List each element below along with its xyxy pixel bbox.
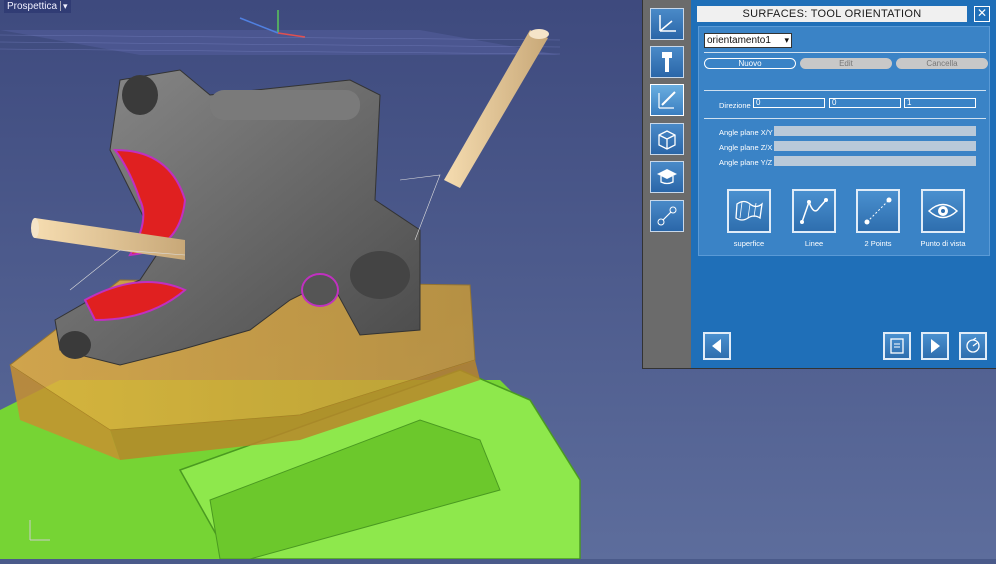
point-of-view-mode-button[interactable] — [921, 189, 965, 233]
lines-mode-button[interactable] — [792, 189, 836, 233]
two-points-mode-label: 2 Points — [864, 239, 892, 248]
surface-icon — [735, 200, 763, 221]
nuovo-button[interactable]: Nuovo — [704, 58, 796, 69]
panel-sidebar — [643, 0, 691, 368]
orientation-select-value: orientamento1 — [707, 35, 771, 46]
panel-title: SURFACES: TOOL ORIENTATION — [697, 6, 967, 22]
cancella-button[interactable]: Cancella — [896, 58, 988, 69]
separator — [704, 52, 986, 53]
two-points-mode-button[interactable] — [856, 189, 900, 233]
direction-label: Direzione — [719, 101, 751, 110]
angle-zx-label: Angle plane Z/X — [719, 143, 773, 152]
two-points-icon — [864, 197, 892, 225]
next-button[interactable] — [921, 332, 949, 360]
point-of-view-mode-label: Punto di vista — [920, 239, 966, 248]
orientation-select[interactable]: orientamento1 ▾ — [704, 33, 792, 48]
surface-mode-label: superfice — [733, 239, 765, 248]
view-mode-label[interactable]: Prospettica ▾ — [4, 0, 71, 13]
direction-x-field[interactable]: 0 — [753, 98, 825, 108]
panel-inner-box: orientamento1 ▾ Nuovo Edit Cancella Dire… — [698, 26, 990, 256]
view-mode-dropdown-icon[interactable]: ▾ — [60, 1, 68, 11]
edit-button[interactable]: Edit — [800, 58, 892, 69]
next-arrow-icon — [931, 339, 940, 353]
axes-icon[interactable] — [650, 8, 684, 40]
view-mode-text: Prospettica — [7, 1, 58, 12]
simulate-button[interactable] — [959, 332, 987, 360]
chevron-down-icon: ▾ — [784, 35, 789, 45]
back-arrow-icon — [712, 339, 721, 353]
save-button[interactable] — [883, 332, 911, 360]
angle-yz-field — [774, 156, 976, 166]
direction-z-field[interactable]: 1 — [904, 98, 976, 108]
back-button[interactable] — [703, 332, 731, 360]
curve-lines-icon — [800, 198, 828, 224]
close-button[interactable]: ✕ — [974, 6, 990, 22]
direction-y-field[interactable]: 0 — [829, 98, 901, 108]
surface-mode-button[interactable] — [727, 189, 771, 233]
panel-main: SURFACES: TOOL ORIENTATION ✕ orientament… — [691, 0, 996, 368]
points-transform-icon[interactable] — [650, 200, 684, 232]
save-file-icon — [890, 338, 904, 354]
separator — [704, 118, 986, 119]
separator — [704, 90, 986, 91]
angle-zx-field — [774, 141, 976, 151]
simulate-icon — [966, 337, 980, 353]
tool-orientation-icon[interactable] — [650, 84, 684, 116]
eye-icon — [927, 203, 959, 219]
angle-yz-label: Angle plane Y/Z — [719, 158, 773, 167]
lines-mode-label: Linee — [804, 239, 824, 248]
graduation-cap-icon[interactable] — [650, 161, 684, 193]
box-icon[interactable] — [650, 123, 684, 155]
tool-orientation-panel: SURFACES: TOOL ORIENTATION ✕ orientament… — [642, 0, 996, 369]
tool-icon[interactable] — [650, 46, 684, 78]
angle-xy-label: Angle plane X/Y — [719, 128, 773, 137]
angle-xy-field — [774, 126, 976, 136]
